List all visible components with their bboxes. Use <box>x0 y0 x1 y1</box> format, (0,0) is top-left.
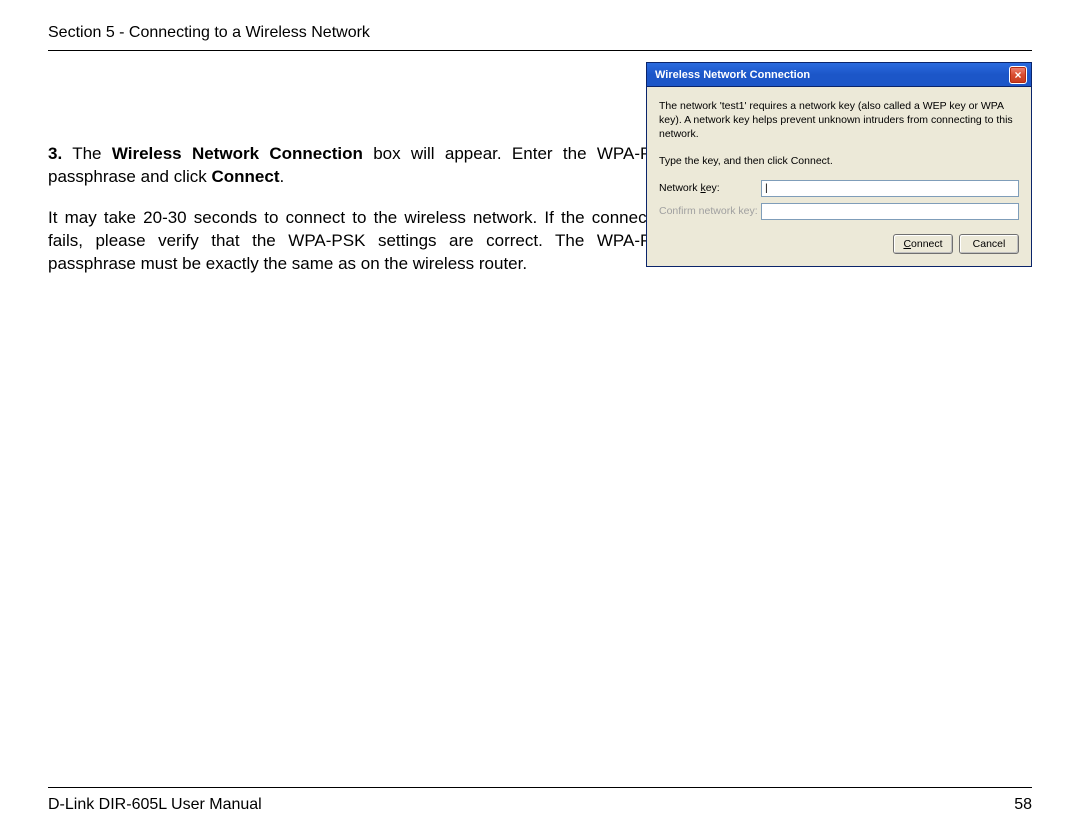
dialog-titlebar: Wireless Network Connection × <box>647 63 1031 87</box>
dialog-instruction: Type the key, and then click Connect. <box>659 154 1019 168</box>
cancel-button[interactable]: Cancel <box>959 234 1019 254</box>
close-button[interactable]: × <box>1009 66 1027 84</box>
step-number: 3. <box>48 144 62 163</box>
wireless-connection-dialog: Wireless Network Connection × The networ… <box>646 62 1032 267</box>
page-number: 58 <box>1014 796 1032 814</box>
dialog-description: The network 'test1' requires a network k… <box>659 99 1019 142</box>
confirm-key-row: Confirm network key: <box>659 203 1019 220</box>
connect-underline: C <box>903 238 911 250</box>
step-text-suffix: . <box>279 167 284 186</box>
page-header: Section 5 - Connecting to a Wireless Net… <box>48 24 1032 51</box>
step-text-prefix: The <box>62 144 112 163</box>
step-bold-1: Wireless Network Connection <box>112 144 363 163</box>
step-bold-2: Connect <box>211 167 279 186</box>
dialog-screenshot: Wireless Network Connection × The networ… <box>646 62 1032 267</box>
body-paragraph: It may take 20-30 seconds to connect to … <box>48 207 674 276</box>
confirm-key-label: Confirm network key: <box>659 204 761 218</box>
text-column: 3. The Wireless Network Connection box w… <box>48 143 674 276</box>
connect-rest: onnect <box>911 238 943 250</box>
page-footer: D-Link DIR-605L User Manual 58 <box>48 787 1032 814</box>
dialog-body: The network 'test1' requires a network k… <box>647 87 1031 266</box>
connect-button[interactable]: Connect <box>893 234 953 254</box>
network-key-row: Network key: <box>659 180 1019 197</box>
cancel-label: Cancel <box>973 237 1006 251</box>
network-key-label: Network key: <box>659 181 761 195</box>
dialog-title: Wireless Network Connection <box>655 69 810 81</box>
section-title: Section 5 - Connecting to a Wireless Net… <box>48 24 370 41</box>
dialog-button-row: Connect Cancel <box>659 234 1019 254</box>
manual-name: D-Link DIR-605L User Manual <box>48 796 262 814</box>
step-paragraph: 3. The Wireless Network Connection box w… <box>48 143 674 189</box>
network-key-input[interactable] <box>761 180 1019 197</box>
close-icon: × <box>1014 68 1021 82</box>
confirm-key-input[interactable] <box>761 203 1019 220</box>
